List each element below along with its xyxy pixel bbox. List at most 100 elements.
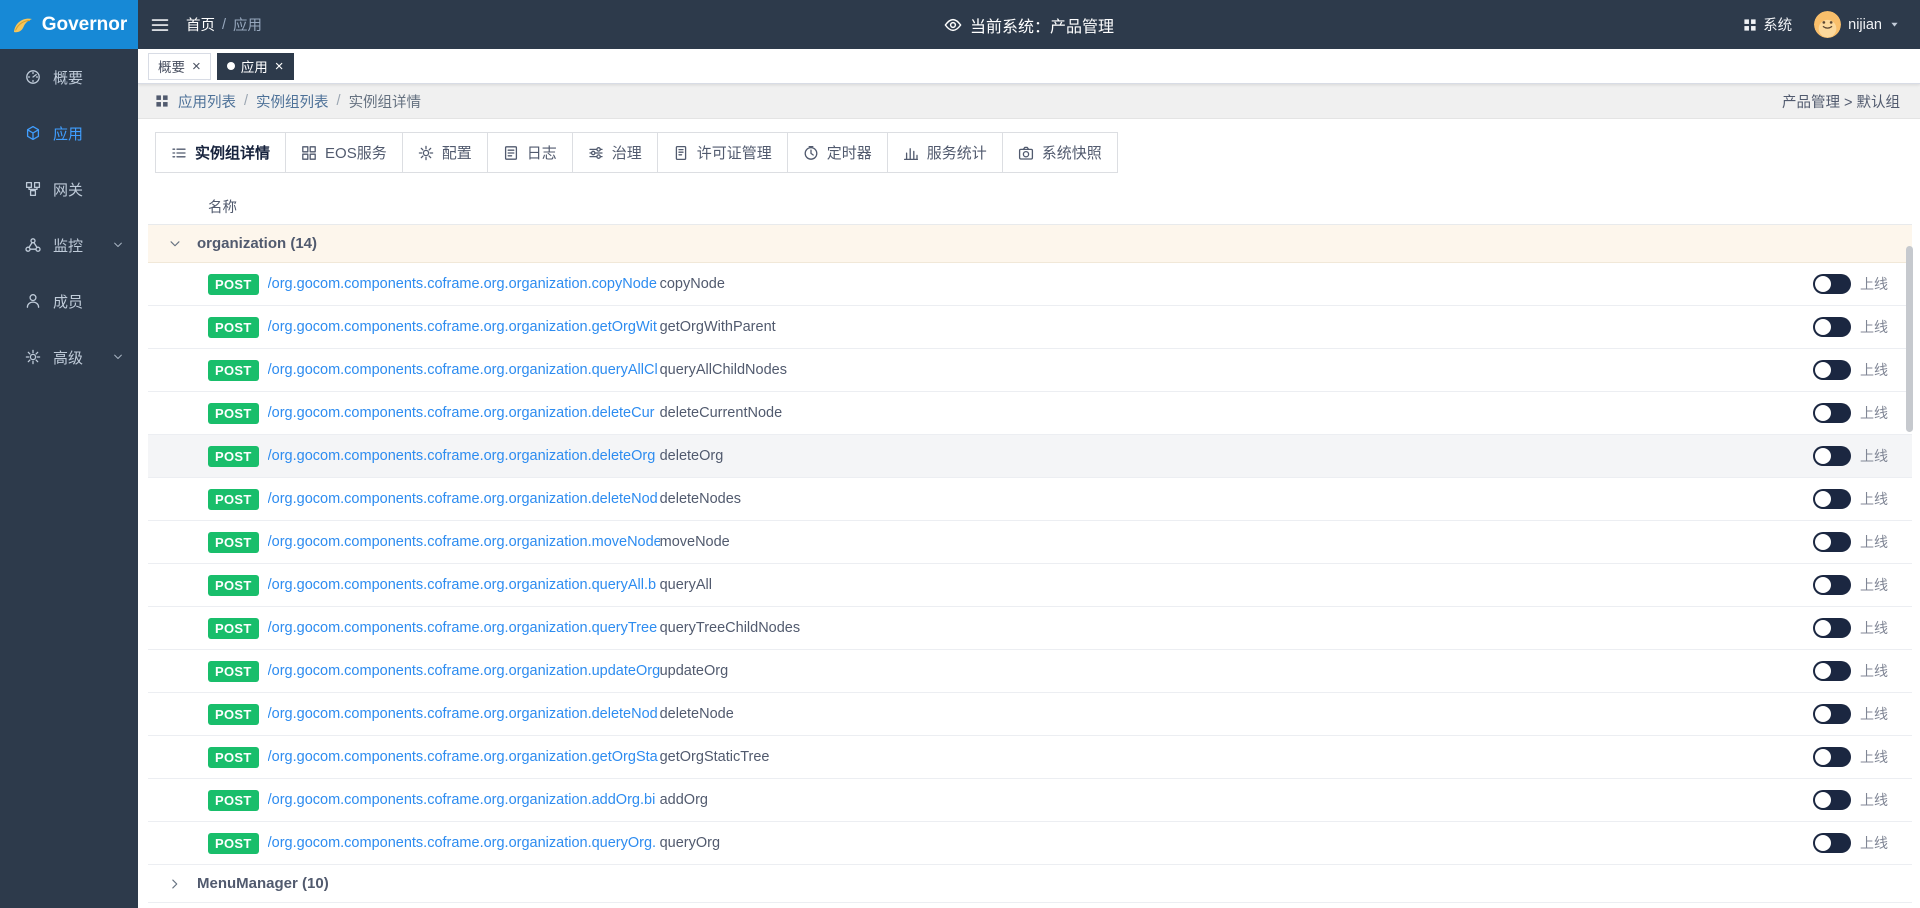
service-path-link[interactable]: /org.gocom.components.coframe.org.organi…: [268, 534, 660, 550]
dashboard-icon: [24, 69, 42, 85]
online-toggle[interactable]: [1813, 317, 1851, 337]
sidebar-item-label: 高级: [53, 347, 83, 368]
tab-timer[interactable]: 定时器: [787, 132, 888, 173]
table-body: organization (14) POST/org.gocom.componen…: [148, 225, 1912, 903]
service-path-link[interactable]: /org.gocom.components.coframe.org.organi…: [268, 405, 660, 421]
service-name: deleteCurrentNode: [660, 405, 783, 421]
service-path-link[interactable]: /org.gocom.components.coframe.org.organi…: [268, 362, 660, 378]
sidebar-item-monitoring[interactable]: 监控: [0, 217, 138, 273]
toggle-knob: [1815, 405, 1831, 421]
avatar: [1814, 11, 1841, 38]
toggle-wrap: 上线: [1813, 489, 1888, 509]
close-icon[interactable]: ×: [192, 59, 201, 74]
current-system-label: 当前系统：产品管理: [970, 13, 1114, 37]
chevron-down-icon: [112, 239, 124, 251]
online-toggle[interactable]: [1813, 403, 1851, 423]
method-badge: POST: [208, 360, 259, 381]
breadcrumb-item[interactable]: 实例组列表: [256, 91, 329, 112]
sidebar-menu: 概要应用网关监控成员高级: [0, 49, 138, 385]
toggle-label: 上线: [1860, 661, 1888, 681]
logo[interactable]: Governor: [0, 0, 138, 49]
hamburger-icon[interactable]: [150, 15, 170, 35]
breadcrumb-separator: /: [337, 93, 341, 109]
sidebar-item-advanced[interactable]: 高级: [0, 329, 138, 385]
toggle-wrap: 上线: [1813, 704, 1888, 724]
tab-eos-services[interactable]: EOS服务: [285, 132, 403, 173]
service-path-link[interactable]: /org.gocom.components.coframe.org.organi…: [268, 577, 660, 593]
service-path-link[interactable]: /org.gocom.components.coframe.org.organi…: [268, 319, 660, 335]
system-menu[interactable]: 系统: [1743, 14, 1792, 35]
service-path-link[interactable]: /org.gocom.components.coframe.org.organi…: [268, 663, 660, 679]
tab-license[interactable]: 许可证管理: [657, 132, 788, 173]
sidebar-item-overview[interactable]: 概要: [0, 49, 138, 105]
online-toggle[interactable]: [1813, 661, 1851, 681]
chevron-right-icon[interactable]: [168, 877, 182, 891]
service-path-link[interactable]: /org.gocom.components.coframe.org.organi…: [268, 276, 660, 292]
governance-icon: [588, 145, 604, 161]
tab-logs[interactable]: 日志: [487, 132, 573, 173]
tab-label: 日志: [527, 142, 557, 163]
tab-label: 服务统计: [927, 142, 987, 163]
tab-config[interactable]: 配置: [402, 132, 488, 173]
online-toggle[interactable]: [1813, 704, 1851, 724]
online-toggle[interactable]: [1813, 532, 1851, 552]
method-badge: POST: [208, 489, 259, 510]
table-row: POST/org.gocom.components.coframe.org.or…: [148, 478, 1912, 521]
service-name: queryAllChildNodes: [660, 362, 787, 378]
toggle-wrap: 上线: [1813, 403, 1888, 423]
service-path-link[interactable]: /org.gocom.components.coframe.org.organi…: [268, 835, 660, 851]
sidebar-item-apps[interactable]: 应用: [0, 105, 138, 161]
service-path-link[interactable]: /org.gocom.components.coframe.org.organi…: [268, 448, 660, 464]
online-toggle[interactable]: [1813, 446, 1851, 466]
toggle-knob: [1815, 749, 1831, 765]
close-icon[interactable]: ×: [275, 59, 284, 74]
tab-system-snapshot[interactable]: 系统快照: [1002, 132, 1118, 173]
service-path-link[interactable]: /org.gocom.components.coframe.org.organi…: [268, 491, 660, 507]
online-toggle[interactable]: [1813, 790, 1851, 810]
toggle-wrap: 上线: [1813, 317, 1888, 337]
grid-icon: [1743, 18, 1757, 32]
service-name: queryTreeChildNodes: [660, 620, 801, 636]
sidebar-item-gateway[interactable]: 网关: [0, 161, 138, 217]
online-toggle[interactable]: [1813, 274, 1851, 294]
breadcrumb-home[interactable]: 首页: [186, 14, 215, 35]
online-toggle[interactable]: [1813, 618, 1851, 638]
active-dot: [227, 62, 235, 70]
user-menu[interactable]: nijian: [1814, 11, 1900, 38]
service-path-link[interactable]: /org.gocom.components.coframe.org.organi…: [268, 620, 660, 636]
tag-overview[interactable]: 概要×: [148, 53, 211, 80]
toggle-knob: [1815, 835, 1831, 851]
gear-icon: [418, 145, 434, 161]
service-name: updateOrg: [660, 663, 729, 679]
group-row[interactable]: organization (14): [148, 225, 1912, 263]
online-toggle[interactable]: [1813, 489, 1851, 509]
service-path-link[interactable]: /org.gocom.components.coframe.org.organi…: [268, 749, 660, 765]
service-path-link[interactable]: /org.gocom.components.coframe.org.organi…: [268, 792, 660, 808]
toggle-wrap: 上线: [1813, 575, 1888, 595]
tag-apps[interactable]: 应用×: [217, 53, 294, 80]
toggle-knob: [1815, 319, 1831, 335]
method-badge: POST: [208, 274, 259, 295]
toggle-label: 上线: [1860, 317, 1888, 337]
tab-governance[interactable]: 治理: [572, 132, 658, 173]
toggle-wrap: 上线: [1813, 833, 1888, 853]
online-toggle[interactable]: [1813, 360, 1851, 380]
service-path-link[interactable]: /org.gocom.components.coframe.org.organi…: [268, 706, 660, 722]
table-row: POST/org.gocom.components.coframe.org.or…: [148, 564, 1912, 607]
toggle-label: 上线: [1860, 790, 1888, 810]
online-toggle[interactable]: [1813, 575, 1851, 595]
stats-icon: [903, 145, 919, 161]
group-row[interactable]: MenuManager (10): [148, 865, 1912, 903]
online-toggle[interactable]: [1813, 833, 1851, 853]
toggle-wrap: 上线: [1813, 446, 1888, 466]
method-badge: POST: [208, 575, 259, 596]
breadcrumb-item[interactable]: 应用列表: [178, 91, 236, 112]
tab-instance-detail[interactable]: 实例组详情: [155, 132, 286, 173]
scrollbar-thumb[interactable]: [1906, 246, 1913, 432]
toggle-label: 上线: [1860, 618, 1888, 638]
sidebar-item-label: 概要: [53, 67, 83, 88]
online-toggle[interactable]: [1813, 747, 1851, 767]
tab-service-stats[interactable]: 服务统计: [887, 132, 1003, 173]
chevron-down-icon[interactable]: [168, 237, 182, 251]
sidebar-item-members[interactable]: 成员: [0, 273, 138, 329]
